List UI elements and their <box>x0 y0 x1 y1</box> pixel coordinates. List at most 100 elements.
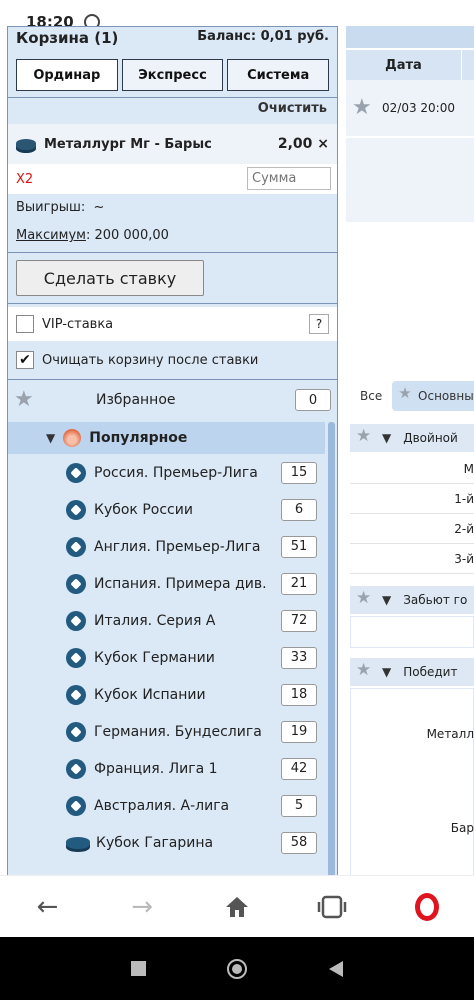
help-button[interactable]: ? <box>309 314 329 334</box>
league-name: Кубок Испании <box>94 686 206 703</box>
balance-label: Баланс: 0,01 руб. <box>197 29 329 44</box>
max-stake-link[interactable]: Максимум <box>16 228 86 243</box>
make-bet-button[interactable]: Сделать ставку <box>16 260 204 296</box>
league-name: Кубок России <box>94 501 193 518</box>
back-arrow-icon[interactable]: ← <box>27 887 67 927</box>
league-item[interactable]: Кубок Гагарина 58 <box>8 824 325 861</box>
league-name: Кубок Германии <box>94 649 215 666</box>
league-item[interactable]: Кубок Испании 18 <box>8 676 325 713</box>
remove-bet-icon[interactable]: × <box>317 136 329 152</box>
divider <box>8 97 337 98</box>
league-count: 18 <box>281 683 317 706</box>
market-filter: Все ★ Основны <box>346 378 474 414</box>
events-panel: Дата ★ 02/03 20:00 Все ★ Основны ★ ▼ Двойн… <box>346 26 474 876</box>
league-item[interactable]: Англия. Премьер-Лига 51 <box>8 528 325 565</box>
tab-express[interactable]: Экспресс <box>121 59 224 91</box>
league-count: 15 <box>281 461 317 484</box>
recents-icon[interactable] <box>130 961 146 976</box>
events-table-header: Дата <box>346 50 474 80</box>
vip-label: VIP-ставка <box>42 316 114 332</box>
filter-main[interactable]: ★ Основны <box>392 381 474 411</box>
clear-after-label: Очищать корзину после ставки <box>42 352 259 368</box>
star-icon[interactable]: ★ <box>356 661 374 683</box>
cart-title: Корзина (1) <box>16 29 119 47</box>
tab-system[interactable]: Система <box>227 59 330 91</box>
market-cell[interactable]: 3-й <box>350 544 474 574</box>
popular-label: Популярное <box>89 430 188 446</box>
collapse-triangle-icon: ▼ <box>382 593 392 607</box>
clear-after-checkbox[interactable]: ✔ <box>16 351 34 369</box>
market-winner[interactable]: ★ ▼ Победит <box>350 658 474 686</box>
league-name: Англия. Премьер-Лига <box>94 538 261 555</box>
market-cell[interactable]: 1-й <box>350 484 474 514</box>
star-icon[interactable]: ★ <box>352 97 374 119</box>
star-icon: ★ <box>398 384 412 402</box>
hockey-puck-icon <box>16 138 36 150</box>
league-item[interactable]: Италия. Серия А 72 <box>8 602 325 639</box>
star-icon: ★ <box>14 387 34 412</box>
home-circle-icon[interactable] <box>227 958 248 979</box>
market-cell[interactable]: 2-й <box>350 514 474 544</box>
market-cell[interactable]: Бар <box>350 810 474 846</box>
stake-input[interactable] <box>247 167 331 190</box>
system-nav-bar <box>0 937 474 1000</box>
market-cell[interactable]: М <box>350 454 474 484</box>
match-odds: 2,00 × <box>277 136 329 152</box>
bet-slip-panel: Корзина (1) Баланс: 0,01 руб. Ординар Эк… <box>7 26 338 876</box>
hockey-puck-icon <box>66 836 90 849</box>
league-name: Франция. Лига 1 <box>94 760 218 777</box>
league-name: Германия. Бундеслига <box>94 723 262 740</box>
vip-checkbox[interactable] <box>16 315 34 333</box>
league-item[interactable]: Кубок России 6 <box>8 491 325 528</box>
favorites-row[interactable]: ★ Избранное 0 <box>8 383 337 417</box>
league-item[interactable]: Кубок Германии 33 <box>8 639 325 676</box>
clear-cart-link[interactable]: Очистить <box>258 101 327 116</box>
league-item[interactable]: Германия. Бундеслига 19 <box>8 713 325 750</box>
league-count: 42 <box>281 757 317 780</box>
league-item[interactable]: Россия. Премьер-Лига 15 <box>8 454 325 491</box>
selected-match-row: Металлург Мг - Барыс 2,00 × <box>8 124 337 164</box>
popular-section-header[interactable]: ▼ Популярное <box>8 422 325 454</box>
divider <box>8 252 337 253</box>
favorites-count: 0 <box>295 389 331 411</box>
events-top-bar <box>346 26 474 48</box>
league-count: 72 <box>281 609 317 632</box>
opera-menu-icon[interactable] <box>407 887 447 927</box>
market-double-chance[interactable]: ★ ▼ Двойной <box>350 424 474 452</box>
clear-after-bet-row: ✔ Очищать корзину после ставки <box>8 345 337 375</box>
vip-bet-row: VIP-ставка ? <box>8 307 337 341</box>
back-triangle-icon[interactable] <box>329 960 344 977</box>
browser-bottom-nav: ← → <box>0 875 474 937</box>
potential-win: Выигрыш: ~ <box>16 200 105 215</box>
star-icon[interactable]: ★ <box>356 427 374 449</box>
event-row[interactable]: ★ 02/03 20:00 <box>346 80 474 136</box>
league-item[interactable]: Франция. Лига 1 42 <box>8 750 325 787</box>
star-icon[interactable]: ★ <box>356 589 374 611</box>
bet-outcome: X2 <box>16 171 34 187</box>
league-count: 51 <box>281 535 317 558</box>
league-count: 6 <box>281 498 317 521</box>
collapse-triangle-icon: ▼ <box>382 665 392 679</box>
market-cell[interactable]: Металл <box>350 716 474 752</box>
match-name: Металлург Мг - Барыс <box>44 136 212 152</box>
tabs-icon[interactable] <box>312 887 352 927</box>
forward-arrow-icon[interactable]: → <box>122 887 162 927</box>
tab-single[interactable]: Ординар <box>16 59 118 91</box>
filter-all[interactable]: Все <box>360 389 382 403</box>
soccer-ball-icon <box>66 758 86 779</box>
home-icon[interactable] <box>217 887 257 927</box>
soccer-ball-icon <box>66 536 86 557</box>
soccer-ball-icon <box>66 462 86 483</box>
soccer-ball-icon <box>66 573 86 594</box>
league-list: Россия. Премьер-Лига 15 Кубок России 6 Англи… <box>8 454 325 861</box>
collapse-triangle-icon: ▼ <box>382 431 392 445</box>
market-both-score[interactable]: ★ ▼ Забьют го <box>350 586 474 614</box>
collapse-triangle-icon: ▼ <box>46 431 56 445</box>
scrollbar[interactable] <box>328 422 335 875</box>
date-column-header: Дата <box>346 50 462 80</box>
soccer-ball-icon <box>66 610 86 631</box>
league-item[interactable]: Испания. Примера див... 21 <box>8 565 325 602</box>
league-item[interactable]: Австралия. А-лига 5 <box>8 787 325 824</box>
soccer-ball-icon <box>66 795 86 816</box>
divider <box>8 303 337 304</box>
